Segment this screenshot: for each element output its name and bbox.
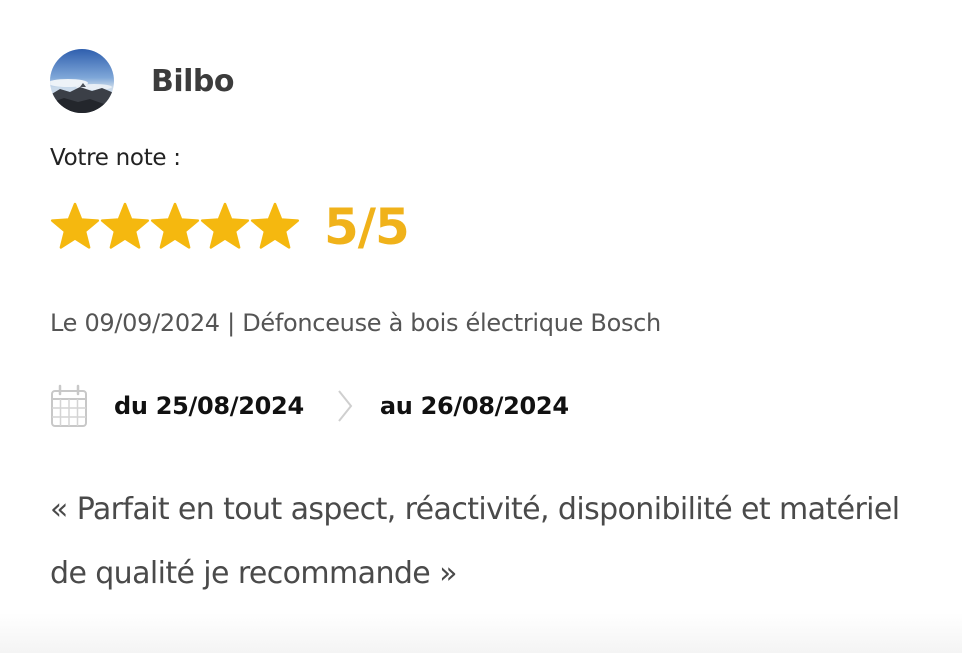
username: Bilbo <box>151 63 235 99</box>
rating-row: 5/5 <box>50 192 410 262</box>
star-icon <box>150 202 200 249</box>
review-comment: « Parfait en tout aspect, réactivité, di… <box>50 492 900 591</box>
star-icon <box>100 202 150 249</box>
review-header: Bilbo <box>50 48 235 114</box>
star-icon <box>200 202 250 249</box>
card-bottom-fade <box>0 613 962 653</box>
rental-end-date: au 26/08/2024 <box>379 392 569 420</box>
rental-period: du 25/08/2024 au 26/08/2024 <box>50 383 569 429</box>
avatar <box>50 49 114 113</box>
avatar-image <box>50 49 114 113</box>
chevron-right-icon <box>338 390 353 422</box>
rating-value: 5/5 <box>324 198 410 256</box>
review-card: Bilbo Votre note : 5/5 Le 09/09/2024 | D… <box>0 0 962 653</box>
rental-start-date: du 25/08/2024 <box>114 392 304 420</box>
star-icon <box>250 202 300 249</box>
calendar-icon <box>51 384 87 427</box>
rating-label: Votre note : <box>50 145 181 171</box>
review-meta: Le 09/09/2024 | Défonceuse à bois électr… <box>50 309 661 337</box>
star-icon <box>50 202 100 249</box>
star-rating <box>50 202 300 252</box>
